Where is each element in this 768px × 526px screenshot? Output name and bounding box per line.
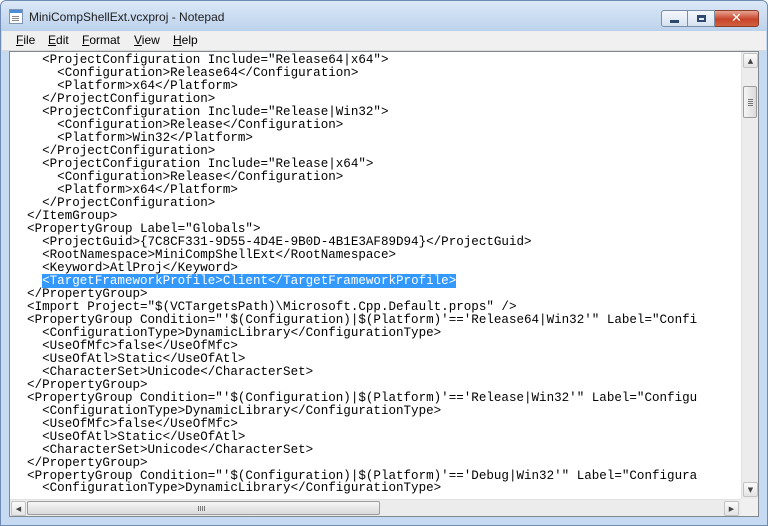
menu-view-accel: V	[134, 33, 142, 47]
scroll-right-button[interactable]: ▶	[724, 501, 739, 516]
menu-format[interactable]: Format	[82, 33, 120, 47]
down-arrow-icon: ▼	[747, 485, 754, 494]
menu-view[interactable]: View	[134, 33, 160, 47]
vertical-scroll-thumb[interactable]	[743, 86, 757, 118]
scroll-up-button[interactable]: ▲	[743, 53, 758, 68]
notepad-icon[interactable]	[9, 9, 23, 24]
maximize-button[interactable]	[688, 10, 715, 27]
horizontal-scrollbar[interactable]: ◀ ▶	[10, 499, 741, 516]
menu-format-label: ormat	[89, 33, 121, 47]
text-after-selection: </PropertyGroup> <Import Project="$(VCTa…	[27, 286, 698, 496]
menu-help-label: elp	[181, 33, 198, 47]
scroll-down-button[interactable]: ▼	[743, 482, 758, 497]
grip-icon	[198, 506, 199, 511]
close-button[interactable]: ✕	[715, 10, 759, 27]
title-bar[interactable]: MiniCompShellExt.vcxproj - Notepad ✕	[1, 1, 767, 31]
menu-edit[interactable]: Edit	[48, 33, 69, 47]
menu-bar: File Edit Format View Help	[2, 31, 766, 51]
up-arrow-icon: ▲	[747, 56, 754, 65]
selected-text[interactable]: <TargetFrameworkProfile>Client</TargetFr…	[42, 273, 457, 288]
scroll-left-button[interactable]: ◀	[11, 501, 26, 516]
minimize-button[interactable]	[661, 10, 688, 27]
text-area[interactable]: <ProjectConfiguration Include="Release64…	[10, 52, 741, 499]
maximize-icon	[696, 15, 706, 22]
menu-help[interactable]: Help	[173, 33, 198, 47]
grip-icon	[748, 99, 753, 100]
notepad-window: MiniCompShellExt.vcxproj - Notepad ✕ Fil…	[0, 0, 768, 526]
menu-file[interactable]: File	[16, 33, 35, 47]
menu-view-label: iew	[141, 33, 160, 47]
vertical-scrollbar[interactable]: ▲ ▼	[741, 52, 758, 499]
menu-help-accel: H	[173, 33, 182, 47]
right-arrow-icon: ▶	[728, 504, 735, 513]
minimize-icon	[670, 20, 679, 23]
document-text[interactable]: <ProjectConfiguration Include="Release64…	[10, 52, 741, 495]
text-before-selection: <ProjectConfiguration Include="Release64…	[27, 53, 532, 275]
window-title: MiniCompShellExt.vcxproj - Notepad	[29, 10, 225, 24]
menu-edit-accel: E	[48, 33, 57, 47]
horizontal-scroll-thumb[interactable]	[27, 501, 380, 515]
menu-file-label: ile	[23, 33, 36, 47]
close-icon: ✕	[731, 11, 742, 26]
left-arrow-icon: ◀	[15, 504, 22, 513]
editor[interactable]: <ProjectConfiguration Include="Release64…	[9, 51, 759, 517]
menu-edit-label: dit	[56, 33, 69, 47]
scrollbar-corner	[741, 499, 758, 516]
